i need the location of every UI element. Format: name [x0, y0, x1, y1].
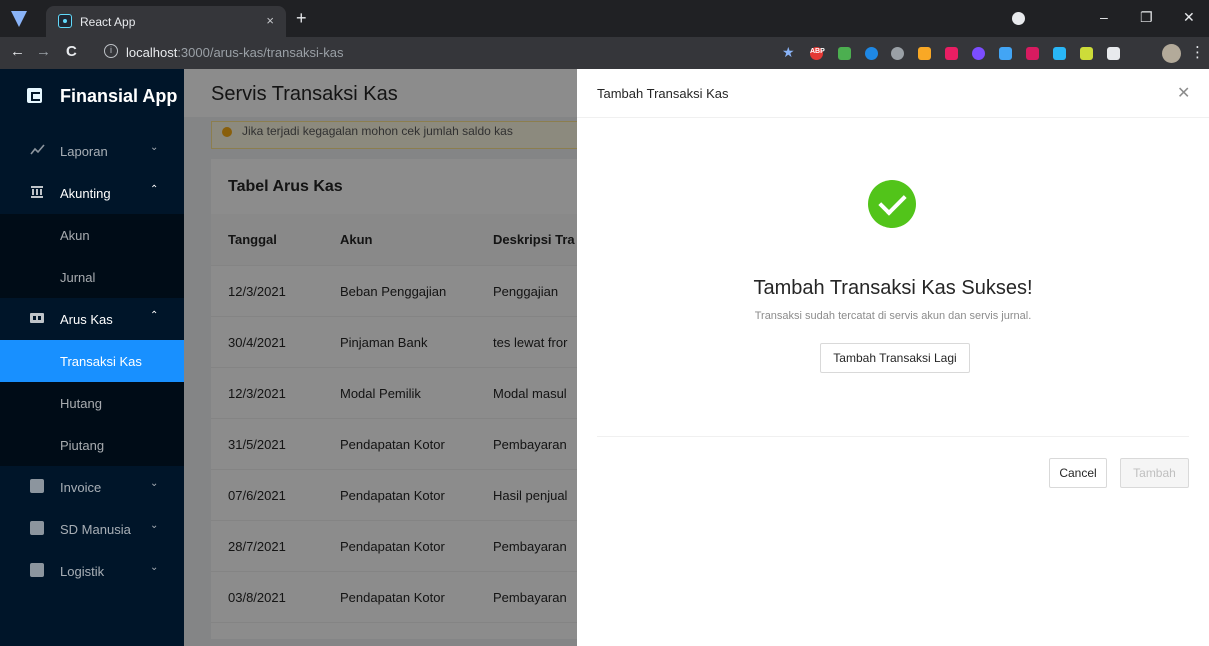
sidebar-item-label: Invoice: [60, 480, 102, 495]
invoice-icon: [30, 479, 44, 493]
minimize-button[interactable]: –: [1100, 9, 1108, 25]
chevron-up-icon: ⌃: [150, 310, 159, 321]
url-text: localhost:3000/arus-kas/transaksi-kas: [126, 45, 344, 60]
bookmark-star-icon[interactable]: ★: [782, 44, 795, 61]
extension-icon[interactable]: [972, 47, 985, 60]
chevron-down-icon: ⌄: [150, 142, 159, 153]
extension-icon[interactable]: [1026, 47, 1039, 60]
new-tab-button[interactable]: +: [296, 8, 307, 29]
cash-icon: [30, 311, 44, 325]
url-host: localhost: [126, 45, 178, 60]
wallet-icon: [27, 88, 42, 103]
cancel-button[interactable]: Cancel: [1049, 458, 1107, 488]
react-favicon-icon: [58, 14, 72, 28]
sidebar-item-label: SD Manusia: [60, 522, 131, 537]
sidebar-item-label: Arus Kas: [60, 312, 113, 327]
profile-indicator-icon[interactable]: [1012, 12, 1025, 25]
sidebar-item-label: Laporan: [60, 144, 108, 159]
sidebar-item-arus-kas[interactable]: Arus Kas ⌃: [0, 298, 184, 340]
sidebar-subitem-label: Piutang: [60, 438, 105, 453]
puzzle-extensions-icon[interactable]: [1107, 47, 1120, 60]
check-circle-icon: [868, 180, 916, 228]
checkmark-extension-icon[interactable]: [1053, 47, 1066, 60]
extension-icon[interactable]: [918, 47, 931, 60]
chevron-down-icon: ⌄: [150, 520, 159, 531]
add-again-button[interactable]: Tambah Transaksi Lagi: [820, 343, 970, 373]
back-button[interactable]: ←: [10, 43, 25, 60]
chevron-up-icon: ⌃: [150, 184, 159, 195]
sidebar-item-label: Logistik: [60, 564, 105, 579]
result-panel: Tambah Transaksi Kas Sukses! Transaksi s…: [597, 69, 1189, 646]
sidebar-subitem-akun[interactable]: Akun: [0, 214, 184, 256]
site-info-icon[interactable]: i: [104, 44, 118, 58]
app-name: Finansial App: [60, 86, 178, 106]
extension-icon[interactable]: [865, 47, 878, 60]
reload-button[interactable]: C: [66, 43, 77, 60]
window-close-button[interactable]: ✕: [1183, 9, 1195, 26]
app-root: Finansial App Laporan ⌄ Akunting ⌃ Akun …: [0, 69, 1209, 646]
result-title: Tambah Transaksi Kas Sukses!: [753, 277, 1033, 299]
add-transaction-drawer: Tambah Transaksi Kas ✕ Tambah Transaksi …: [577, 69, 1209, 646]
sidebar: Finansial App Laporan ⌄ Akunting ⌃ Akun …: [0, 69, 184, 646]
result-subtitle: Transaksi sudah tercatat di servis akun …: [754, 310, 1032, 322]
drawer-mask[interactable]: [184, 69, 577, 646]
divider: [597, 436, 1189, 437]
profile-avatar[interactable]: [1162, 44, 1181, 63]
sidebar-item-label: Akunting: [60, 186, 111, 201]
extension-icon[interactable]: [838, 47, 851, 60]
person-icon: [30, 521, 44, 535]
browser-menu-icon[interactable]: [11, 11, 27, 27]
chevron-down-icon: ⌄: [150, 478, 159, 489]
browser-toolbar: ← → C i localhost:3000/arus-kas/transaks…: [0, 37, 1209, 69]
sidebar-item-logistik[interactable]: Logistik ⌄: [0, 550, 184, 592]
sidebar-item-akunting[interactable]: Akunting ⌃: [0, 172, 184, 214]
box-icon: [30, 563, 44, 577]
browser-kebab-menu-icon[interactable]: ⋮: [1190, 43, 1205, 61]
extension-icon[interactable]: [999, 47, 1012, 60]
sidebar-subitem-label: Transaksi Kas: [60, 354, 142, 369]
forward-button[interactable]: →: [36, 43, 51, 60]
url-path: :3000/arus-kas/transaksi-kas: [177, 45, 344, 60]
browser-tab-bar: React App × + – ❐ ✕: [0, 0, 1209, 37]
restore-button[interactable]: ❐: [1140, 9, 1153, 26]
adblock-extension-label: ABP: [810, 48, 825, 55]
browser-tab[interactable]: React App ×: [46, 6, 286, 37]
address-bar[interactable]: i localhost:3000/arus-kas/transaksi-kas: [104, 41, 794, 65]
chart-icon: [30, 143, 45, 157]
bank-icon: [30, 185, 44, 199]
extension-icon[interactable]: [891, 47, 904, 60]
app-logo[interactable]: Finansial App: [0, 69, 184, 125]
chevron-down-icon: ⌄: [150, 562, 159, 573]
submit-button[interactable]: Tambah: [1120, 458, 1189, 488]
sidebar-subitem-jurnal[interactable]: Jurnal: [0, 256, 184, 298]
tab-close-icon[interactable]: ×: [266, 13, 274, 28]
sidebar-item-sd-manusia[interactable]: SD Manusia ⌄: [0, 508, 184, 550]
sidebar-subitem-piutang[interactable]: Piutang: [0, 424, 184, 466]
sidebar-subitem-label: Hutang: [60, 396, 102, 411]
extension-icon[interactable]: [1080, 47, 1093, 60]
sidebar-subitem-label: Akun: [60, 228, 90, 243]
sidebar-subitem-label: Jurnal: [60, 270, 96, 285]
tab-title: React App: [80, 15, 136, 29]
extension-icon[interactable]: [945, 47, 958, 60]
sidebar-item-laporan[interactable]: Laporan ⌄: [0, 130, 184, 172]
sidebar-item-invoice[interactable]: Invoice ⌄: [0, 466, 184, 508]
sidebar-subitem-transaksi-kas[interactable]: Transaksi Kas: [0, 340, 184, 382]
sidebar-subitem-hutang[interactable]: Hutang: [0, 382, 184, 424]
